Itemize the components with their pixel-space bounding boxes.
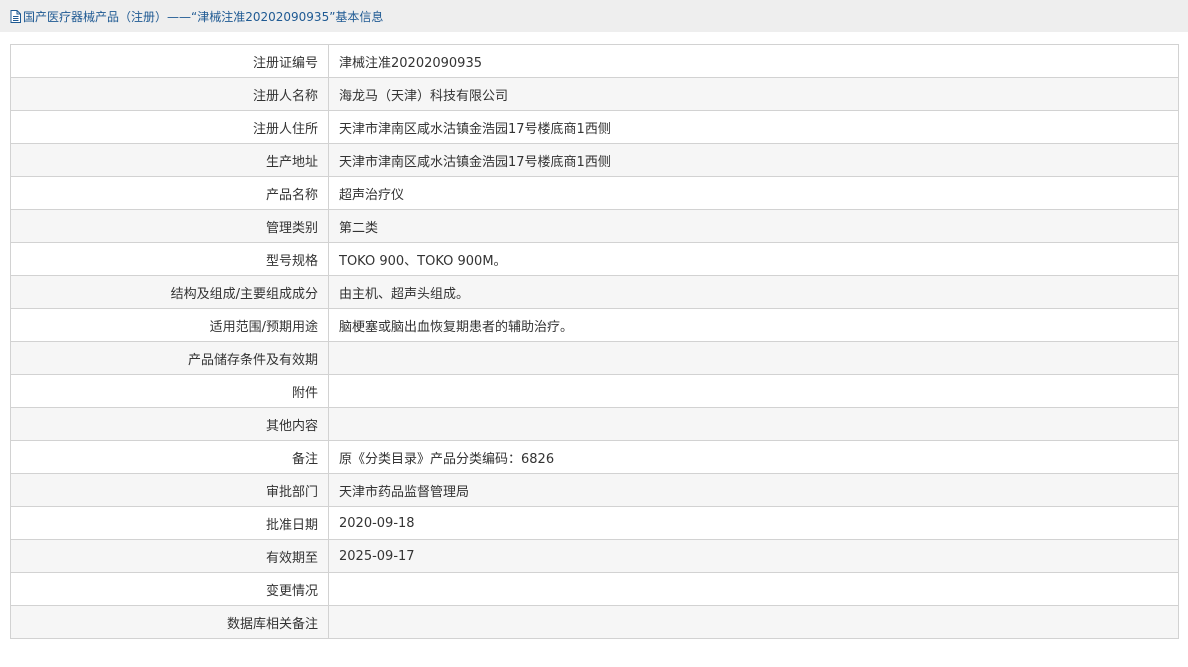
table-row: 适用范围/预期用途 脑梗塞或脑出血恢复期患者的辅助治疗。 [10,308,1179,342]
table-row: 生产地址 天津市津南区咸水沽镇金浩园17号楼底商1西侧 [10,143,1179,177]
field-value: 天津市津南区咸水沽镇金浩园17号楼底商1西侧 [328,143,1179,177]
breadcrumb-text: 国产医疗器械产品（注册）——“津械注准20202090935”基本信息 [23,9,384,24]
page-header: 国产医疗器械产品（注册）——“津械注准20202090935”基本信息 [0,0,1188,32]
field-value [328,341,1179,375]
field-label: 其他内容 [10,407,329,441]
field-label: 注册人住所 [10,110,329,144]
field-value: 超声治疗仪 [328,176,1179,210]
field-value: 海龙马（天津）科技有限公司 [328,77,1179,111]
table-row: 审批部门 天津市药品监督管理局 [10,473,1179,507]
table-row: 注册人名称 海龙马（天津）科技有限公司 [10,77,1179,111]
table-row: 附件 [10,374,1179,408]
table-row: 批准日期 2020-09-18 [10,506,1179,540]
field-label: 生产地址 [10,143,329,177]
field-label: 审批部门 [10,473,329,507]
field-value: 由主机、超声头组成。 [328,275,1179,309]
breadcrumb: 国产医疗器械产品（注册）——“津械注准20202090935”基本信息 [10,8,383,24]
field-value [328,605,1179,639]
table-row: 结构及组成/主要组成成分 由主机、超声头组成。 [10,275,1179,309]
field-label: 型号规格 [10,242,329,276]
table-row: 产品储存条件及有效期 [10,341,1179,375]
product-info-table: 注册证编号 津械注准20202090935 注册人名称 海龙马（天津）科技有限公司 注册… [10,44,1179,639]
field-label: 批准日期 [10,506,329,540]
field-label: 结构及组成/主要组成成分 [10,275,329,309]
field-value: 2020-09-18 [328,506,1179,540]
table-row: 变更情况 [10,572,1179,606]
field-label: 产品名称 [10,176,329,210]
field-value: 第二类 [328,209,1179,243]
table-row: 备注 原《分类目录》产品分类编码：6826 [10,440,1179,474]
field-label: 附件 [10,374,329,408]
table-row: 型号规格 TOKO 900、TOKO 900M。 [10,242,1179,276]
field-value: 天津市津南区咸水沽镇金浩园17号楼底商1西侧 [328,110,1179,144]
field-label: 注册证编号 [10,44,329,78]
table-row: 数据库相关备注 [10,605,1179,639]
field-value: 脑梗塞或脑出血恢复期患者的辅助治疗。 [328,308,1179,342]
document-icon [10,9,21,23]
table-row: 注册证编号 津械注准20202090935 [10,44,1179,78]
info-table-container: 注册证编号 津械注准20202090935 注册人名称 海龙马（天津）科技有限公司 注册… [10,44,1179,639]
field-label: 备注 [10,440,329,474]
field-value: 天津市药品监督管理局 [328,473,1179,507]
table-row: 其他内容 [10,407,1179,441]
field-label: 变更情况 [10,572,329,606]
table-row: 管理类别 第二类 [10,209,1179,243]
field-label: 管理类别 [10,209,329,243]
field-label: 数据库相关备注 [10,605,329,639]
table-row: 有效期至 2025-09-17 [10,539,1179,573]
field-value [328,407,1179,441]
field-value: 津械注准20202090935 [328,44,1179,78]
field-label: 适用范围/预期用途 [10,308,329,342]
field-value: 2025-09-17 [328,539,1179,573]
field-value [328,374,1179,408]
field-label: 有效期至 [10,539,329,573]
table-row: 产品名称 超声治疗仪 [10,176,1179,210]
field-value [328,572,1179,606]
field-value: TOKO 900、TOKO 900M。 [328,242,1179,276]
table-row: 注册人住所 天津市津南区咸水沽镇金浩园17号楼底商1西侧 [10,110,1179,144]
field-value: 原《分类目录》产品分类编码：6826 [328,440,1179,474]
field-label: 注册人名称 [10,77,329,111]
field-label: 产品储存条件及有效期 [10,341,329,375]
